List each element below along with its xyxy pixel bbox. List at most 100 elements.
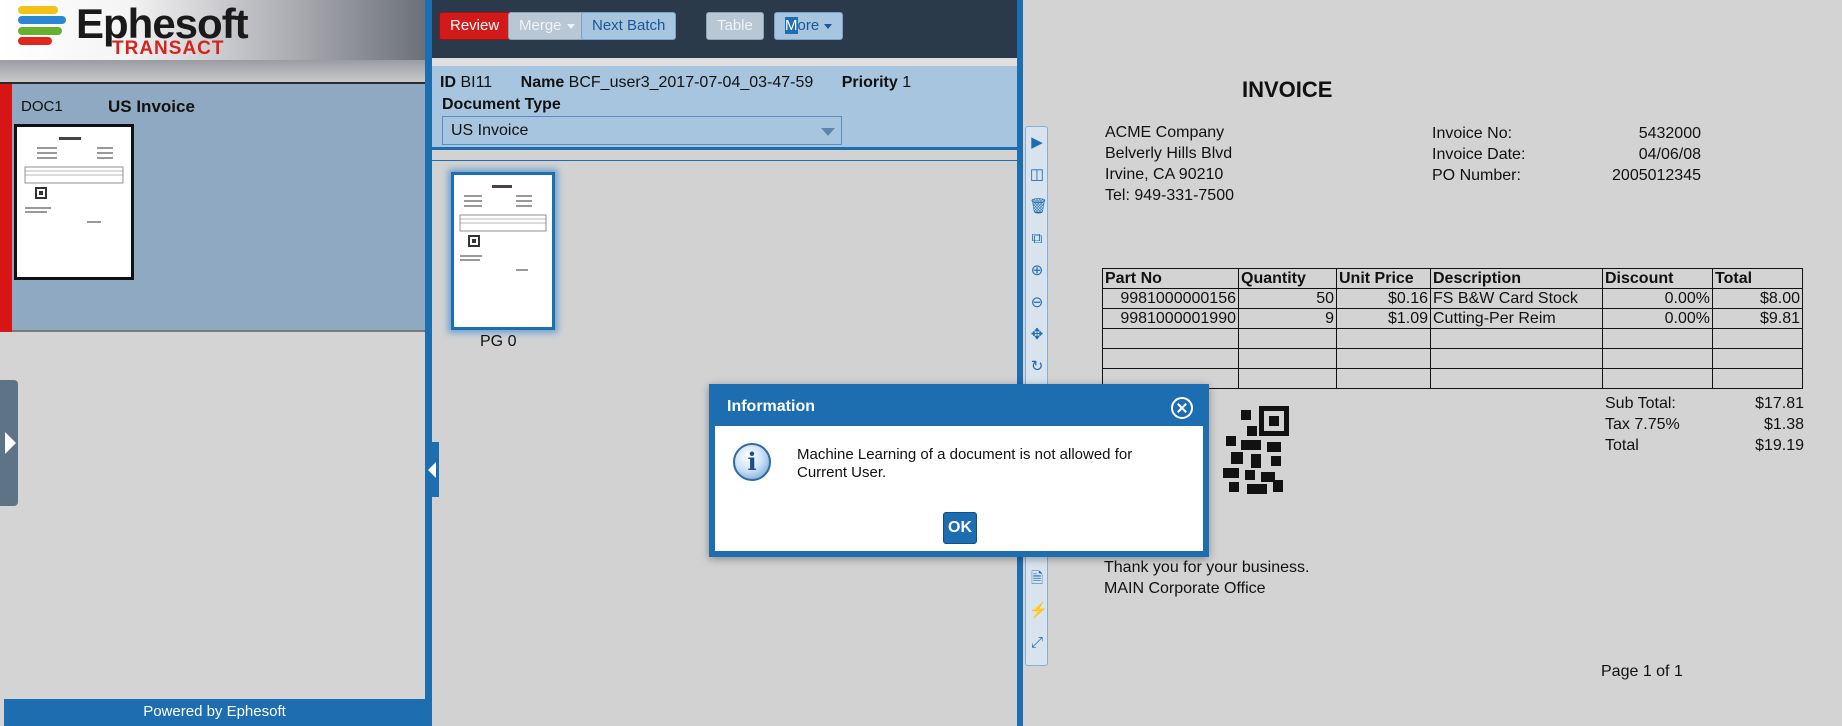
document-type-select[interactable]: US Invoice	[442, 116, 842, 145]
document-list-panel: Ephesoft TRANSACT DOC1 US Invoice Powere…	[0, 0, 425, 726]
play-icon[interactable]: ▶	[1029, 135, 1045, 151]
batch-name: BCF_user3_2017-07-04_03-47-59	[568, 74, 814, 91]
chevron-down-icon	[824, 23, 833, 29]
table-cell: $1.09	[1336, 308, 1431, 329]
totals-value: $19.19	[1755, 437, 1804, 454]
company-line: Tel: 949-331-7500	[1105, 187, 1234, 204]
review-label: Review	[450, 17, 500, 34]
batch-id: BI11	[460, 74, 493, 91]
table-button[interactable]: Table	[706, 12, 764, 40]
logo-sub: TRANSACT	[112, 38, 225, 59]
zoom-out-icon[interactable]: ⊖	[1029, 295, 1045, 311]
expand-icon[interactable]: ⤢	[1029, 635, 1045, 651]
more-button[interactable]: More	[774, 12, 844, 40]
company-line: ACME Company	[1105, 124, 1225, 141]
merge-label: Merge	[519, 17, 562, 34]
invoice-items-table: Part No Quantity Unit Price Description …	[1102, 268, 1803, 389]
column-header: Quantity	[1238, 268, 1337, 289]
id-label: ID	[440, 74, 456, 91]
info-icon: i	[733, 443, 771, 481]
plugin-icon[interactable]: ⚡	[1029, 603, 1048, 619]
more-label-selected: M	[785, 17, 798, 34]
name-label: Name	[520, 74, 565, 91]
table-cell: FS B&W Card Stock	[1430, 288, 1603, 309]
document-error-marker	[0, 84, 12, 332]
document-id: DOC1	[21, 98, 63, 115]
review-button[interactable]: Review	[439, 12, 511, 40]
next-batch-label: Next Batch	[592, 17, 666, 34]
priority-label: Priority	[841, 74, 898, 91]
more-label: ore	[797, 17, 820, 34]
table-cell: 9981000001990	[1102, 308, 1239, 329]
document-type: US Invoice	[108, 97, 195, 116]
table-cell: $0.16	[1336, 288, 1431, 309]
company-line: Belverly Hills Blvd	[1105, 145, 1233, 162]
next-batch-button[interactable]: Next Batch	[581, 12, 677, 40]
company-line: Irvine, CA 90210	[1105, 166, 1224, 183]
table-cell: Cutting-Per Reim	[1430, 308, 1603, 329]
zoom-in-icon[interactable]: ⊕	[1029, 263, 1045, 279]
close-icon[interactable]	[1171, 397, 1193, 419]
page-label: PG 0	[480, 333, 517, 350]
table-cell: 50	[1238, 288, 1337, 309]
qr-code-image	[1201, 406, 1291, 496]
invoice-meta-label: PO Number:	[1432, 167, 1521, 184]
logo-header: Ephesoft TRANSACT	[0, 0, 425, 60]
chevron-down-icon	[566, 23, 575, 29]
chevron-down-icon	[821, 128, 835, 136]
split-view-icon[interactable]: ◫	[1029, 167, 1045, 183]
column-header: Total	[1712, 268, 1803, 289]
column-header: Discount	[1602, 268, 1713, 289]
merge-button[interactable]: Merge	[508, 12, 586, 40]
dialog-title: Information	[727, 398, 815, 415]
delete-icon[interactable]: 🗑	[1029, 199, 1048, 215]
toolbar-divider	[432, 58, 1017, 66]
document-icon[interactable]: 🗎	[1029, 571, 1045, 587]
footer: Powered by Ephesoft	[4, 699, 425, 726]
batch-info: ID BI11 Name BCF_user3_2017-07-04_03-47-…	[432, 66, 1017, 150]
table-label: Table	[717, 17, 753, 34]
collapse-panel-tab[interactable]	[425, 442, 439, 497]
invoice-meta-value: 04/06/08	[1638, 146, 1701, 163]
document-type-label: Document Type	[442, 96, 561, 113]
totals-label: Tax 7.75%	[1605, 416, 1680, 433]
batch-priority: 1	[902, 74, 912, 91]
document-type-value: US Invoice	[451, 122, 529, 139]
rotate-icon[interactable]: ↻	[1029, 359, 1045, 375]
dialog-header: Information	[715, 390, 1203, 426]
table-row: 9981000001990 9 $1.09 Cutting-Per Reim 0…	[1102, 308, 1803, 329]
column-header: Unit Price	[1336, 268, 1431, 289]
invoice-meta-value: 2005012345	[1612, 167, 1701, 184]
totals-label: Total	[1605, 437, 1639, 454]
ok-button[interactable]: OK	[943, 512, 977, 544]
thanks-text: Thank you for your business.	[1104, 559, 1310, 576]
office-text: MAIN Corporate Office	[1104, 580, 1266, 597]
table-cell: $9.81	[1712, 308, 1803, 329]
page-number: Page 1 of 1	[1601, 663, 1683, 680]
totals-value: $17.81	[1755, 395, 1804, 412]
totals-value: $1.38	[1763, 416, 1804, 433]
information-dialog: Information i Machine Learning of a docu…	[709, 384, 1209, 557]
table-cell: 9981000000156	[1102, 288, 1239, 309]
copy-icon[interactable]: ⧉	[1029, 231, 1045, 247]
toolbar: Review Merge Next Batch Table More	[432, 0, 1017, 58]
chevron-right-icon	[5, 432, 16, 454]
table-cell: 0.00%	[1602, 308, 1713, 329]
document-item[interactable]: DOC1 US Invoice	[0, 82, 425, 332]
page-thumbnail[interactable]	[451, 172, 555, 330]
chevron-left-icon	[428, 462, 436, 478]
batch-panel: Review Merge Next Batch Table More ID BI…	[425, 0, 1023, 726]
table-row	[1102, 328, 1803, 349]
expand-panel-tab[interactable]	[0, 380, 18, 506]
column-header: Description	[1430, 268, 1603, 289]
invoice-meta-label: Invoice No:	[1432, 125, 1513, 142]
move-icon[interactable]: ✥	[1029, 327, 1045, 343]
document-thumbnail[interactable]	[14, 124, 134, 280]
table-cell: 9	[1238, 308, 1337, 329]
invoice-meta-label: Invoice Date:	[1432, 146, 1526, 163]
table-cell: $8.00	[1712, 288, 1803, 309]
divider	[432, 160, 1017, 161]
invoice-title: INVOICE	[1242, 77, 1333, 102]
dialog-message: Machine Learning of a document is not al…	[797, 446, 1133, 481]
column-header: Part No	[1102, 268, 1239, 289]
